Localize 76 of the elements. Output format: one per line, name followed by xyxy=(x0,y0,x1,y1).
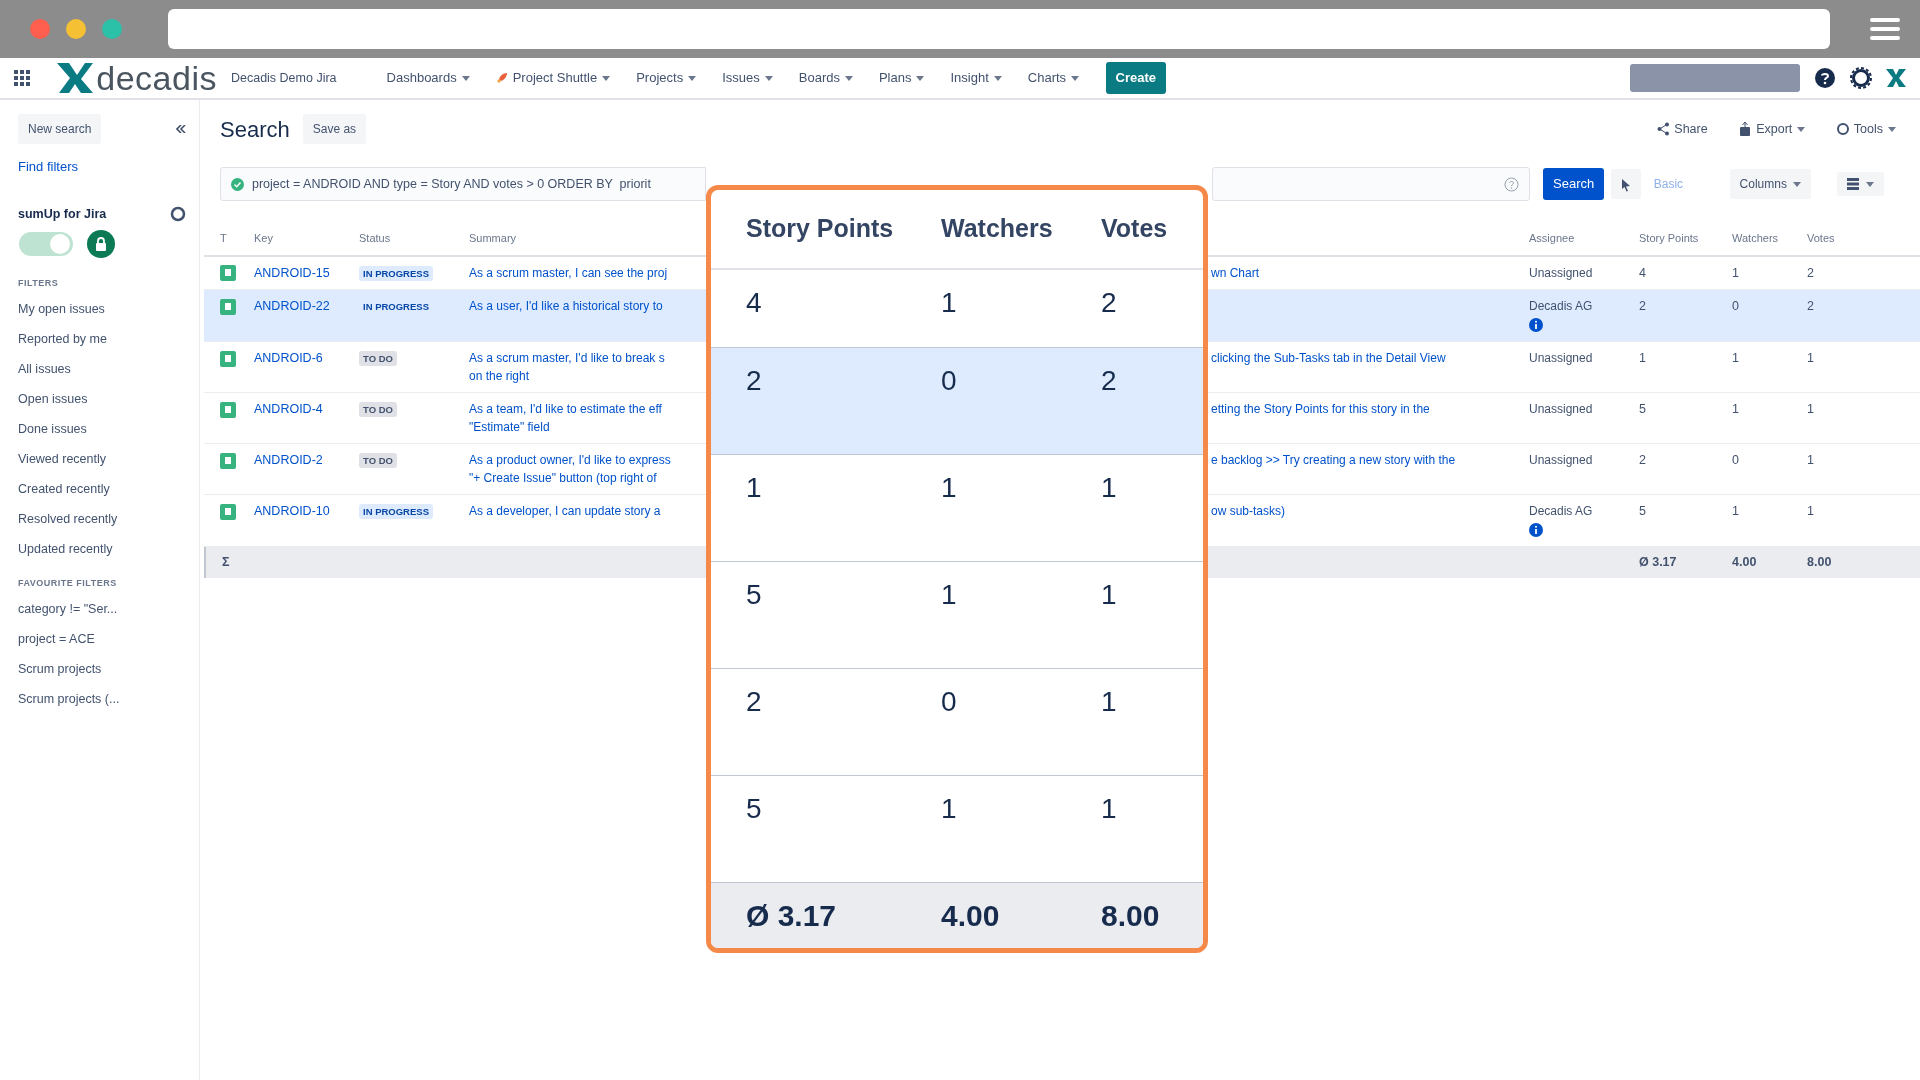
summary-text: "Estimate" field xyxy=(469,419,551,436)
table-cell: 1 xyxy=(1639,351,1646,365)
table-cell: 1 xyxy=(1807,504,1814,518)
summary-text: As a product owner, I'd like to express xyxy=(469,452,672,469)
column-header: Votes xyxy=(1101,213,1169,245)
table-cell-text: 2 xyxy=(746,685,763,719)
page-title: Search xyxy=(220,115,290,144)
sum-symbol: Σ xyxy=(222,554,230,569)
app-title: sumUp for Jira xyxy=(18,205,107,223)
summary-text: ow sub-tasks) xyxy=(1211,503,1287,520)
total-cell: 8.00 xyxy=(1807,554,1832,569)
column-header: Status xyxy=(359,232,391,244)
table-cell-text: 1 xyxy=(941,792,958,826)
table-cell: 2 xyxy=(1807,299,1814,314)
table-cell-text: 0 xyxy=(941,685,958,719)
assignee-text: Decadis AG xyxy=(1529,298,1594,316)
assignee-text: Unassigned xyxy=(1529,264,1594,282)
logo-text: decadis xyxy=(96,61,217,95)
table-cell: 1 xyxy=(1732,402,1739,416)
table-cell: 2 xyxy=(1639,453,1646,467)
column-header: Story Points xyxy=(746,213,895,245)
column-header: Summary xyxy=(469,232,517,244)
table-cell: 5 xyxy=(1639,504,1646,518)
column-header: Assignee xyxy=(1529,232,1575,244)
assignee-text: Unassigned xyxy=(1529,350,1594,367)
table-cell: 4 xyxy=(1639,265,1646,280)
column-header: Story Points xyxy=(1639,232,1699,244)
total-cell-text: Ø 3.17 xyxy=(746,898,838,934)
table-cell: 2 xyxy=(1639,299,1646,314)
assignee-text: Unassigned xyxy=(1529,452,1594,469)
table-cell: 2 xyxy=(1807,265,1814,280)
product-name: Decadis Demo Jira xyxy=(230,69,337,87)
summary-text: on the right xyxy=(469,368,531,385)
total-cell: 4.00 xyxy=(1732,554,1757,569)
table-cell: 1 xyxy=(1807,351,1814,365)
table-cell: 1 xyxy=(1807,402,1814,416)
total-cell-text: 8.00 xyxy=(1101,898,1161,934)
table-cell-text: 1 xyxy=(1101,792,1118,826)
table-cell-text: 1 xyxy=(1101,578,1118,612)
table-cell: 1 xyxy=(1732,265,1739,280)
summary-text: etting the Story Points for this story in the xyxy=(1211,401,1431,418)
summary-text: As a user, I'd like a historical story to xyxy=(469,298,664,316)
table-cell: 0 xyxy=(1732,453,1739,467)
section-heading: FAVOURITE FILTERS xyxy=(18,577,118,590)
status-lozenge: IN PROGRESS xyxy=(359,265,433,281)
assignee-text: Unassigned xyxy=(1529,401,1594,418)
column-header: T xyxy=(220,232,227,244)
total-cell-text: 4.00 xyxy=(941,898,1001,934)
section-heading: FILTERS xyxy=(18,277,60,291)
summary-text: e backlog >> Try creating a new story with the xyxy=(1211,452,1457,469)
summary-text: wn Chart xyxy=(1211,264,1261,282)
column-header: Key xyxy=(254,232,273,244)
table-cell-text: 5 xyxy=(746,792,763,826)
summary-text: As a scrum master, I'd like to break s xyxy=(469,350,666,367)
status-lozenge: IN PROGRESS xyxy=(359,504,433,519)
total-cell: Ø 3.17 xyxy=(1639,554,1677,569)
table-cell-text: 1 xyxy=(941,578,958,612)
status-lozenge: TO DO xyxy=(359,402,397,417)
status-lozenge: TO DO xyxy=(359,453,397,468)
table-cell: 1 xyxy=(1807,453,1814,467)
table-cell-text: 5 xyxy=(746,578,763,612)
summary-text: As a developer, I can update story a xyxy=(469,503,662,520)
summary-text: As a team, I'd like to estimate the eff xyxy=(469,401,663,418)
assignee-text: Decadis AG xyxy=(1529,503,1594,520)
table-cell: 5 xyxy=(1639,402,1646,416)
column-header: Votes xyxy=(1807,232,1835,244)
table-cell: 1 xyxy=(1732,504,1739,518)
summary-text: clicking the Sub-Tasks tab in the Detail View xyxy=(1211,350,1447,367)
status-lozenge: TO DO xyxy=(359,351,397,366)
column-header: Watchers xyxy=(941,213,1054,245)
table-cell-text: 1 xyxy=(1101,685,1118,719)
summary-text: As a scrum master, I can see the proj xyxy=(469,264,669,282)
table-cell: 0 xyxy=(1732,299,1739,314)
summary-text: "+ Create Issue" button (top right of xyxy=(469,470,658,487)
column-header: Watchers xyxy=(1732,232,1779,244)
table-cell: 1 xyxy=(1732,351,1739,365)
